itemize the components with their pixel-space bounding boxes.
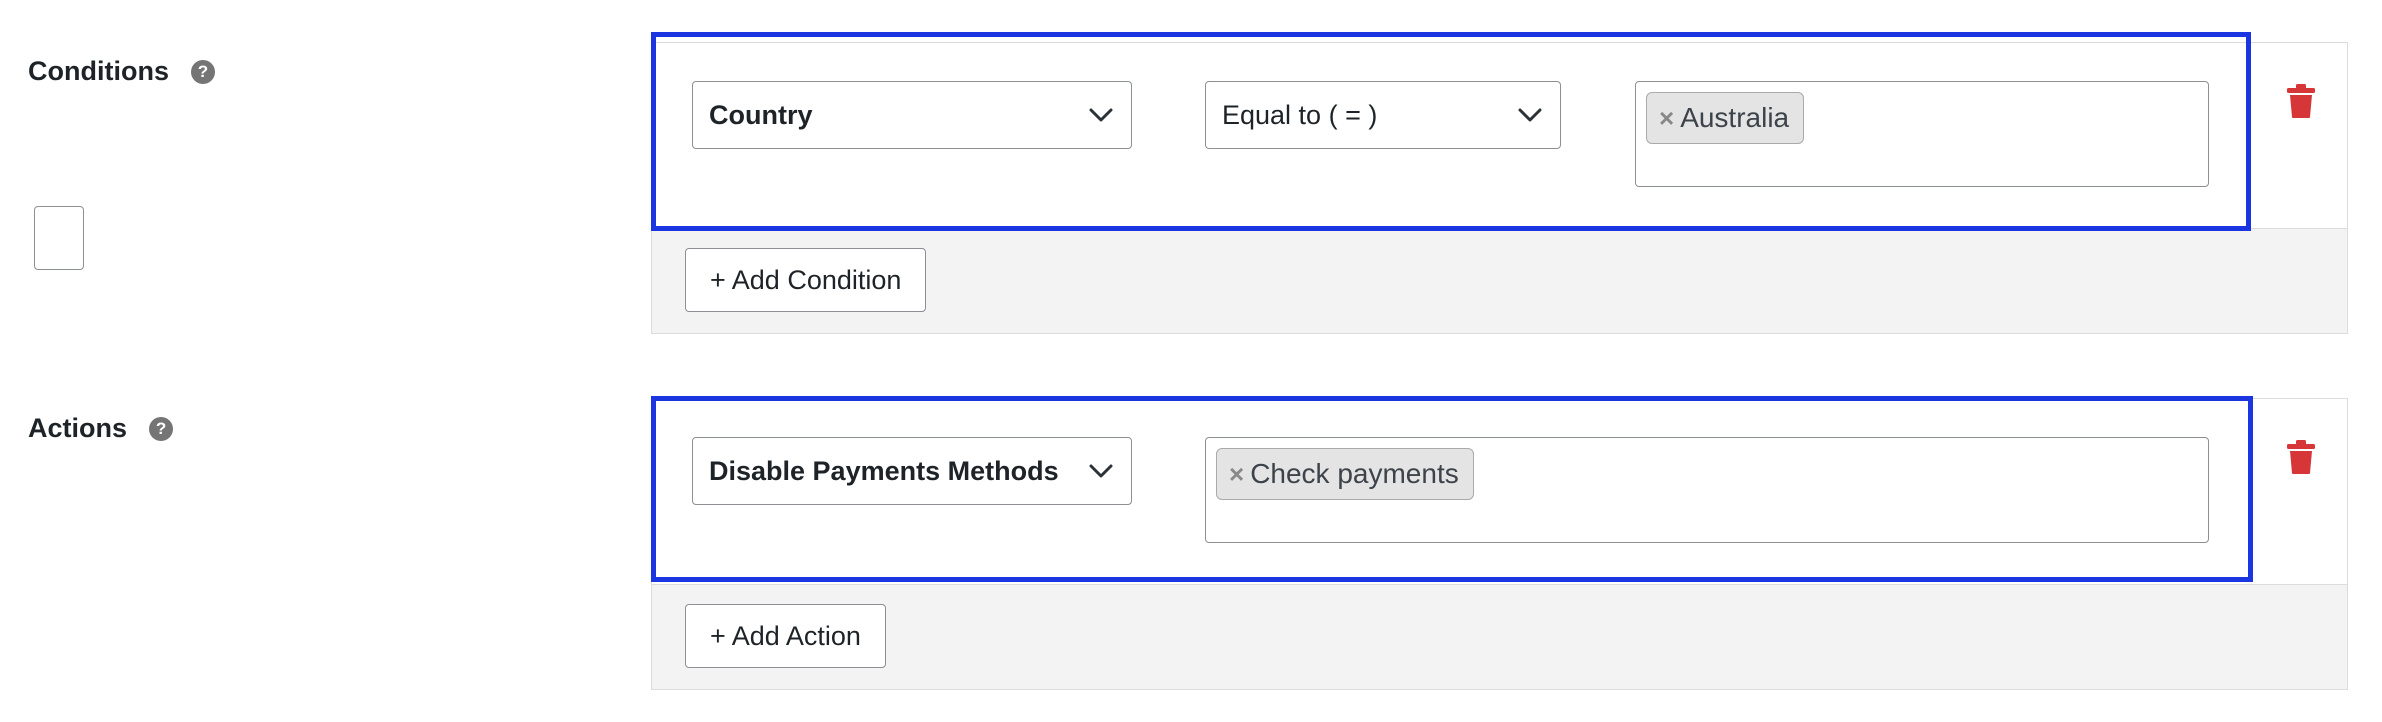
trash-icon[interactable] [2286,83,2316,119]
add-action-button[interactable]: + Add Action [685,604,886,668]
tag-remove-icon[interactable]: × [1659,103,1674,134]
tag-label: Australia [1680,102,1790,133]
tag-remove-icon[interactable]: × [1229,459,1244,490]
actions-label: Actions [28,413,128,443]
condition-operator-select[interactable]: Equal to ( = ) [1205,81,1561,149]
conditions-footer: + Add Condition [34,206,2347,333]
actions-footer: + Add Action [652,584,2347,689]
conditions-label-group: Conditions ? [28,56,215,87]
chevron-down-icon [1089,108,1113,122]
add-condition-button[interactable]: + Add Condition [685,248,927,312]
conditions-label: Conditions [28,56,169,86]
action-type-select[interactable]: Disable Payments Methods [692,437,1132,505]
action-value-multiselect[interactable]: × Check payments [1205,437,2209,543]
condition-rule-row: Country Equal to ( = ) × Australia [652,43,2347,228]
condition-field-select[interactable]: Country [692,81,1132,149]
help-icon[interactable]: ? [149,416,174,441]
condition-value-multiselect[interactable]: × Australia [1635,81,2209,187]
selected-tag: × Australia [1646,92,1805,144]
chevron-down-icon [1518,108,1542,122]
trash-icon[interactable] [2286,439,2316,475]
actions-panel: Disable Payments Methods × Check payment… [651,398,2348,690]
action-rule-row: Disable Payments Methods × Check payment… [652,399,2347,584]
actions-label-group: Actions ? [28,413,174,444]
selected-tag: × Check payments [1216,448,1474,500]
chevron-down-icon [1089,464,1113,478]
conditions-panel: Country Equal to ( = ) × Australia + Add… [34,42,2348,334]
help-icon[interactable]: ? [190,59,215,84]
tag-label: Check payments [1250,458,1459,489]
